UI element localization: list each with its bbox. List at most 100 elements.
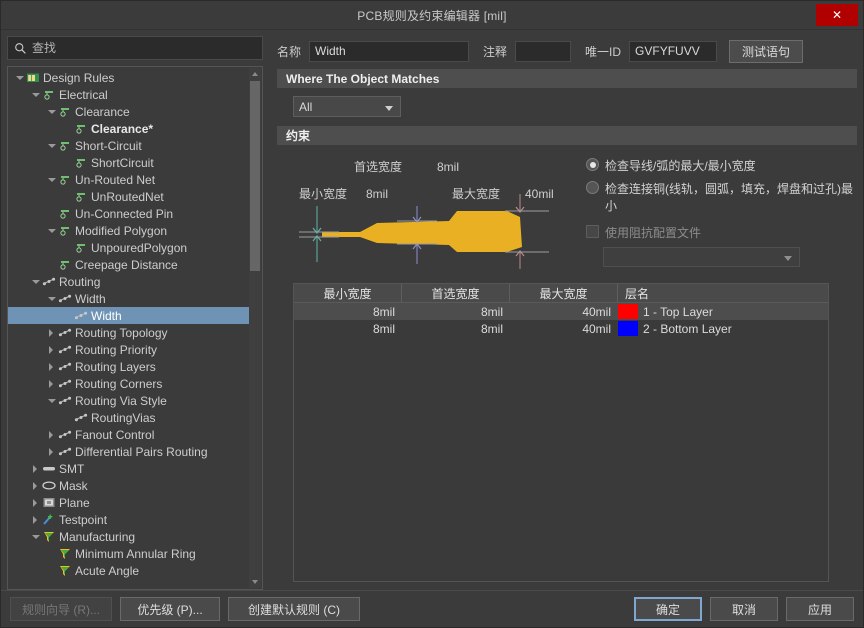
chevron-right-icon[interactable] (46, 446, 57, 457)
scope-dropdown[interactable]: All (293, 96, 401, 117)
tree-item-label: Minimum Annular Ring (75, 546, 196, 561)
chevron-down-icon[interactable] (46, 174, 57, 185)
ok-button[interactable]: 确定 (634, 597, 702, 621)
tree-item-minimum-annular-ring[interactable]: Minimum Annular Ring (8, 545, 249, 562)
tree-item-width[interactable]: Width (8, 290, 249, 307)
tree-item-un-routed-net[interactable]: Un-Routed Net (8, 171, 249, 188)
tree-item-un-connected-pin[interactable]: Un-Connected Pin (8, 205, 249, 222)
chevron-right-icon[interactable] (46, 344, 57, 355)
chevron-down-icon[interactable] (46, 106, 57, 117)
chevron-right-icon[interactable] (46, 361, 57, 372)
tree-item-routing-topology[interactable]: Routing Topology (8, 324, 249, 341)
tree-item-routing[interactable]: Routing (8, 273, 249, 290)
tree-item-modified-polygon[interactable]: Modified Polygon (8, 222, 249, 239)
tree-item-smt[interactable]: SMT (8, 460, 249, 477)
impedance-profile-checkbox[interactable]: 使用阻抗配置文件 (586, 224, 857, 241)
tree-item-shortcircuit[interactable]: ShortCircuit (8, 154, 249, 171)
right-pane: 名称 注释 唯一ID 测试语句 Where The Object Matches… (269, 36, 857, 590)
table-body[interactable]: 8mil 8mil 40mil 1 - Top Layer 8mil 8mil 40mil 2… (294, 303, 828, 337)
radio-check-connected-copper[interactable]: 检查连接铜(线轨，圆弧，填充，焊盘和过孔)最小 (586, 180, 857, 214)
tree-item-routing-layers[interactable]: Routing Layers (8, 358, 249, 375)
chevron-down-icon[interactable] (30, 531, 41, 542)
tree-item-electrical[interactable]: Electrical (8, 86, 249, 103)
tree-item-mask[interactable]: Mask (8, 477, 249, 494)
chevron-right-icon[interactable] (30, 463, 41, 474)
column-header-pref-width[interactable]: 首选宽度 (402, 284, 510, 302)
apply-button[interactable]: 应用 (786, 597, 854, 621)
table-row[interactable]: 8mil 8mil 40mil 1 - Top Layer (294, 303, 828, 320)
column-header-min-width[interactable]: 最小宽度 (294, 284, 402, 302)
manufact-icon (42, 530, 56, 543)
constraints-body: 首选宽度 8mil 最小宽度 8mil 最大宽度 40mil 检查导线/弧的最大… (277, 145, 857, 590)
tree-item-routingvias[interactable]: RoutingVias (8, 409, 249, 426)
table-row[interactable]: 8mil 8mil 40mil 2 - Bottom Layer (294, 320, 828, 337)
chevron-down-icon[interactable] (14, 72, 25, 83)
table-header-row: 最小宽度 首选宽度 最大宽度 层名 (294, 284, 828, 303)
tree-item-routing-priority[interactable]: Routing Priority (8, 341, 249, 358)
chevron-down-icon[interactable] (46, 140, 57, 151)
tree-item-label: Clearance (75, 104, 130, 119)
tree-item-unpouredpolygon[interactable]: UnpouredPolygon (8, 239, 249, 256)
tree-item-unroutednet[interactable]: UnRoutedNet (8, 188, 249, 205)
chevron-right-icon[interactable] (30, 514, 41, 525)
tree-item-clearance[interactable]: Clearance (8, 103, 249, 120)
tree-item-manufacturing[interactable]: Manufacturing (8, 528, 249, 545)
tree-item-routing-via-style[interactable]: Routing Via Style (8, 392, 249, 409)
tree-item-width[interactable]: Width (8, 307, 249, 324)
rule-wizard-button[interactable]: 规则向导 (R)... (10, 597, 112, 621)
tree-item-label: Routing Corners (75, 376, 163, 391)
rule-comment-input[interactable] (515, 40, 572, 62)
tree-item-label: Differential Pairs Routing (75, 444, 208, 459)
chevron-right-icon[interactable] (46, 327, 57, 338)
column-header-layer-name[interactable]: 层名 (618, 284, 828, 302)
radio-check-track-arc-width[interactable]: 检查导线/弧的最大/最小宽度 (586, 157, 857, 174)
dialog-body: Design Rules Electrical Clearance Clearance… (1, 30, 863, 590)
electrical-icon (74, 156, 88, 169)
max-width-value: 40mil (525, 187, 554, 201)
chevron-right-icon[interactable] (46, 429, 57, 440)
tree-item-testpoint[interactable]: Testpoint (8, 511, 249, 528)
tree-item-plane[interactable]: Plane (8, 494, 249, 511)
tree-item-routing-corners[interactable]: Routing Corners (8, 375, 249, 392)
chevron-right-icon[interactable] (30, 480, 41, 491)
impedance-profile-dropdown[interactable] (603, 247, 800, 267)
column-header-max-width[interactable]: 最大宽度 (510, 284, 618, 302)
chevron-down-icon[interactable] (30, 276, 41, 287)
chevron-down-icon[interactable] (46, 225, 57, 236)
create-default-rules-button[interactable]: 创建默认规则 (C) (228, 597, 360, 621)
rules-tree[interactable]: Design Rules Electrical Clearance Clearance… (8, 69, 249, 589)
tree-item-design-rules[interactable]: Design Rules (8, 69, 249, 86)
scroll-thumb[interactable] (250, 81, 260, 271)
tree-item-short-circuit[interactable]: Short-Circuit (8, 137, 249, 154)
unique-id-input[interactable] (629, 40, 718, 62)
tree-item-label: Un-Connected Pin (75, 206, 174, 221)
tree-item-differential-pairs-routing[interactable]: Differential Pairs Routing (8, 443, 249, 460)
left-pane: Design Rules Electrical Clearance Clearance… (7, 36, 263, 590)
routing-icon (58, 326, 72, 339)
mask-icon (42, 479, 56, 492)
test-query-button[interactable]: 测试语句 (729, 39, 804, 63)
scroll-up-icon[interactable] (249, 68, 261, 80)
tree-scrollbar[interactable] (249, 68, 261, 588)
tree-item-fanout-control[interactable]: Fanout Control (8, 426, 249, 443)
footer-bar: 规则向导 (R)... 优先级 (P)... 创建默认规则 (C) 确定 取消 … (1, 590, 863, 627)
width-diagram-svg: 首选宽度 8mil 最小宽度 8mil 最大宽度 40mil (299, 159, 554, 269)
scroll-down-icon[interactable] (249, 576, 261, 588)
chevron-right-icon[interactable] (46, 378, 57, 389)
search-input[interactable] (32, 41, 256, 55)
chevron-down-icon[interactable] (30, 89, 41, 100)
radio-selected-icon (586, 158, 599, 171)
search-box[interactable] (7, 36, 263, 60)
cell-max-width: 40mil (582, 304, 611, 319)
chevron-down-icon[interactable] (46, 293, 57, 304)
tree-item-creepage-distance[interactable]: Creepage Distance (8, 256, 249, 273)
close-icon[interactable]: ✕ (816, 4, 858, 26)
chevron-right-icon[interactable] (30, 497, 41, 508)
rule-name-input[interactable] (309, 40, 470, 62)
cancel-button[interactable]: 取消 (710, 597, 778, 621)
chevron-down-icon[interactable] (46, 395, 57, 406)
tree-item-acute-angle[interactable]: Acute Angle (8, 562, 249, 579)
priority-button[interactable]: 优先级 (P)... (120, 597, 220, 621)
tree-item-clearance[interactable]: Clearance* (8, 120, 249, 137)
